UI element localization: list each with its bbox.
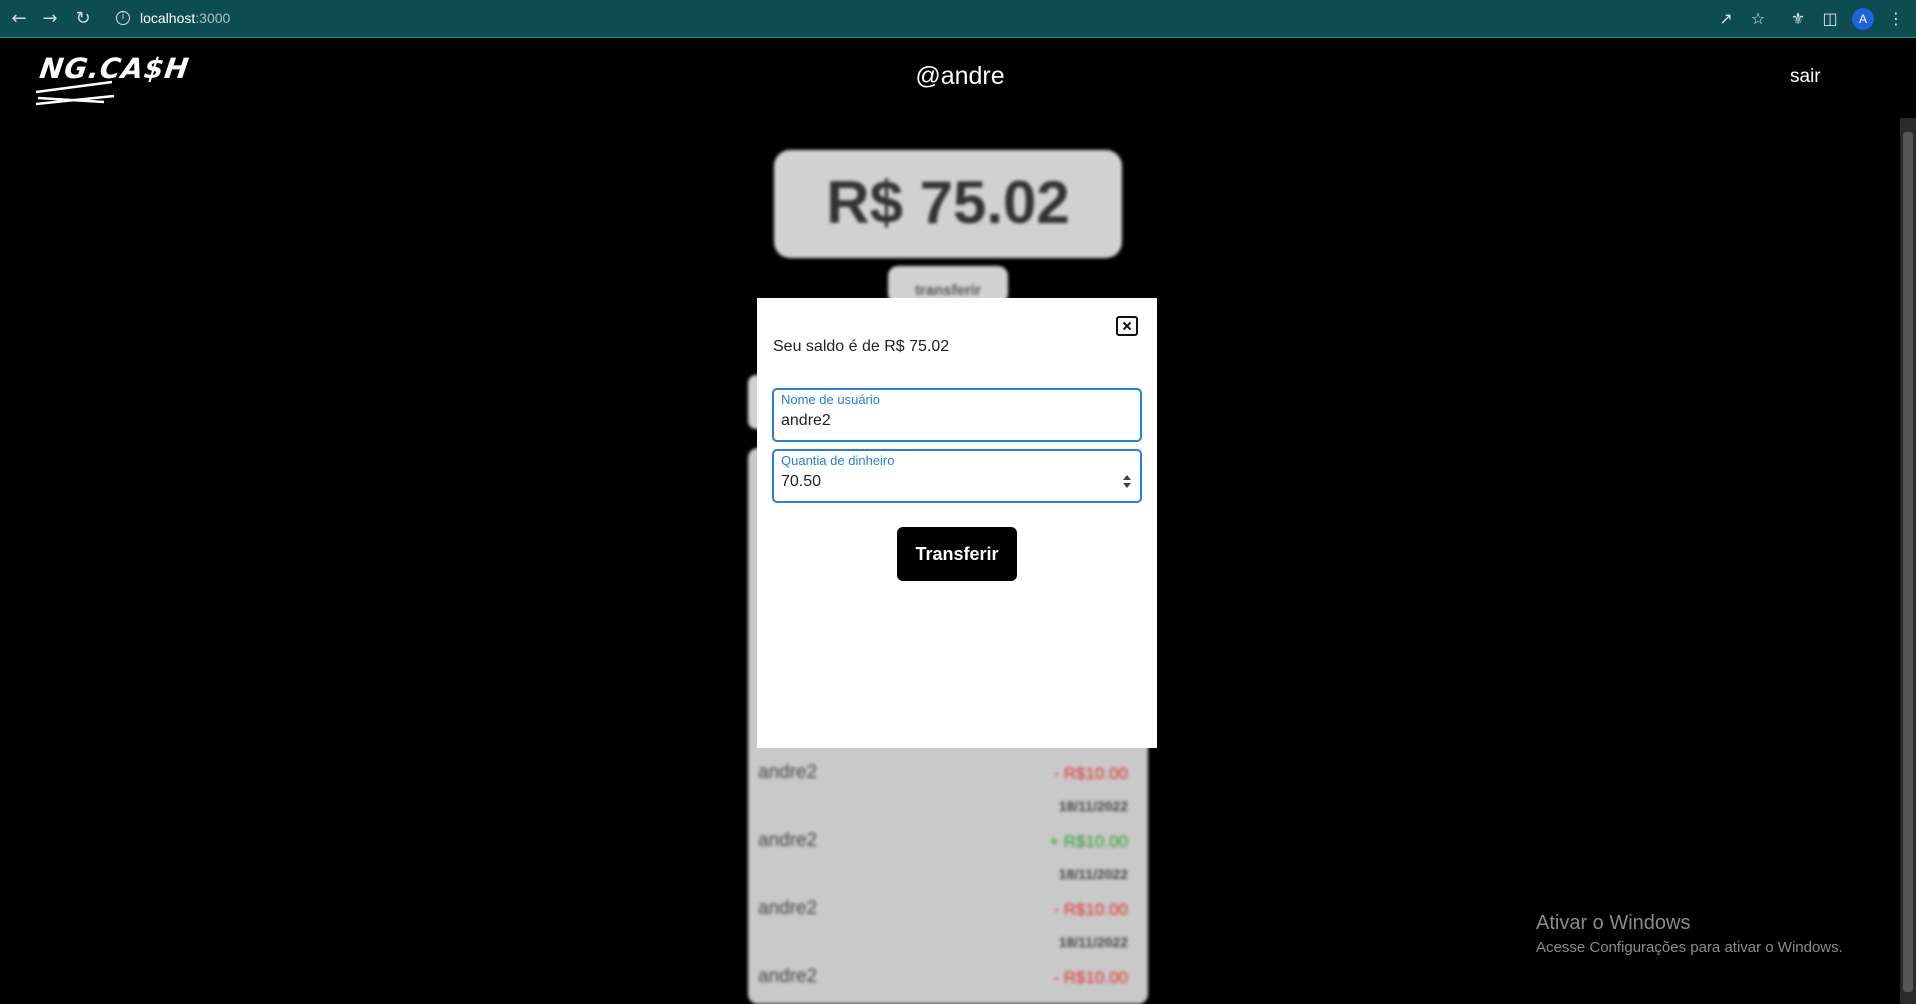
side-panel-icon[interactable]: ◫ xyxy=(1820,9,1840,29)
balance-amount: R$ 75.02 xyxy=(826,169,1070,236)
page-scrollbar[interactable] xyxy=(1900,118,1916,1004)
number-stepper-icon[interactable] xyxy=(1122,475,1132,489)
transfer-modal: Seu saldo é de R$ 75.02 Nome de usuário … xyxy=(757,298,1157,748)
transaction-amount: + R$10.00 xyxy=(1049,832,1128,851)
menu-kebab-icon[interactable]: ⋮ xyxy=(1886,9,1906,29)
ngcash-logo: NG.CA$H xyxy=(34,52,192,108)
balance-card: R$ 75.02 xyxy=(774,150,1122,258)
amount-input[interactable] xyxy=(781,473,1111,491)
username-field-label: Nome de usuário xyxy=(781,392,880,407)
site-info-icon[interactable]: i xyxy=(116,11,130,25)
address-bar[interactable]: i localhost:3000 xyxy=(108,5,1758,33)
transaction-amount: - R$10.00 xyxy=(1053,900,1128,919)
share-icon[interactable]: ↗ xyxy=(1716,9,1736,29)
transaction-date: 18/11/2022 xyxy=(1058,798,1128,814)
transfer-submit-button[interactable]: Transferir xyxy=(897,527,1017,581)
transaction-name: andre2 xyxy=(758,830,818,851)
transaction-name: andre2 xyxy=(758,898,818,919)
transaction-date: 18/11/2022 xyxy=(1058,934,1128,950)
balance-info: Seu saldo é de R$ 75.02 xyxy=(773,338,950,355)
transaction-amount: - R$10.00 xyxy=(1053,968,1128,987)
close-icon[interactable] xyxy=(1116,316,1138,336)
logo-underline-icon xyxy=(35,80,115,106)
windows-watermark-title: Ativar o Windows xyxy=(1536,912,1691,934)
current-username: @andre xyxy=(915,62,1005,90)
amount-field-label: Quantia de dinheiro xyxy=(781,453,895,468)
forward-icon[interactable]: → xyxy=(39,8,61,30)
transaction-amount: - R$10.00 xyxy=(1053,764,1128,783)
username-field[interactable]: Nome de usuário xyxy=(772,388,1142,442)
scrollbar-thumb[interactable] xyxy=(1903,132,1913,992)
amount-field[interactable]: Quantia de dinheiro xyxy=(772,449,1142,503)
windows-watermark-subtitle: Acesse Configurações para ativar o Windo… xyxy=(1536,939,1843,956)
bookmark-star-icon[interactable]: ☆ xyxy=(1748,9,1768,29)
url-text: localhost:3000 xyxy=(140,10,231,26)
back-icon[interactable]: ← xyxy=(8,8,30,30)
browser-toolbar: ← → ↻ i localhost:3000 ↗ ☆ ⚜ ◫ A ⋮ xyxy=(0,0,1916,38)
transaction-name: andre2 xyxy=(758,762,818,783)
extensions-icon[interactable]: ⚜ xyxy=(1788,9,1808,29)
transaction-name: andre2 xyxy=(758,966,818,987)
profile-avatar[interactable]: A xyxy=(1852,8,1874,30)
logout-link[interactable]: sair xyxy=(1790,66,1821,88)
transaction-date: 18/11/2022 xyxy=(1058,866,1128,882)
username-input[interactable] xyxy=(781,412,1111,430)
reload-icon[interactable]: ↻ xyxy=(72,8,94,30)
